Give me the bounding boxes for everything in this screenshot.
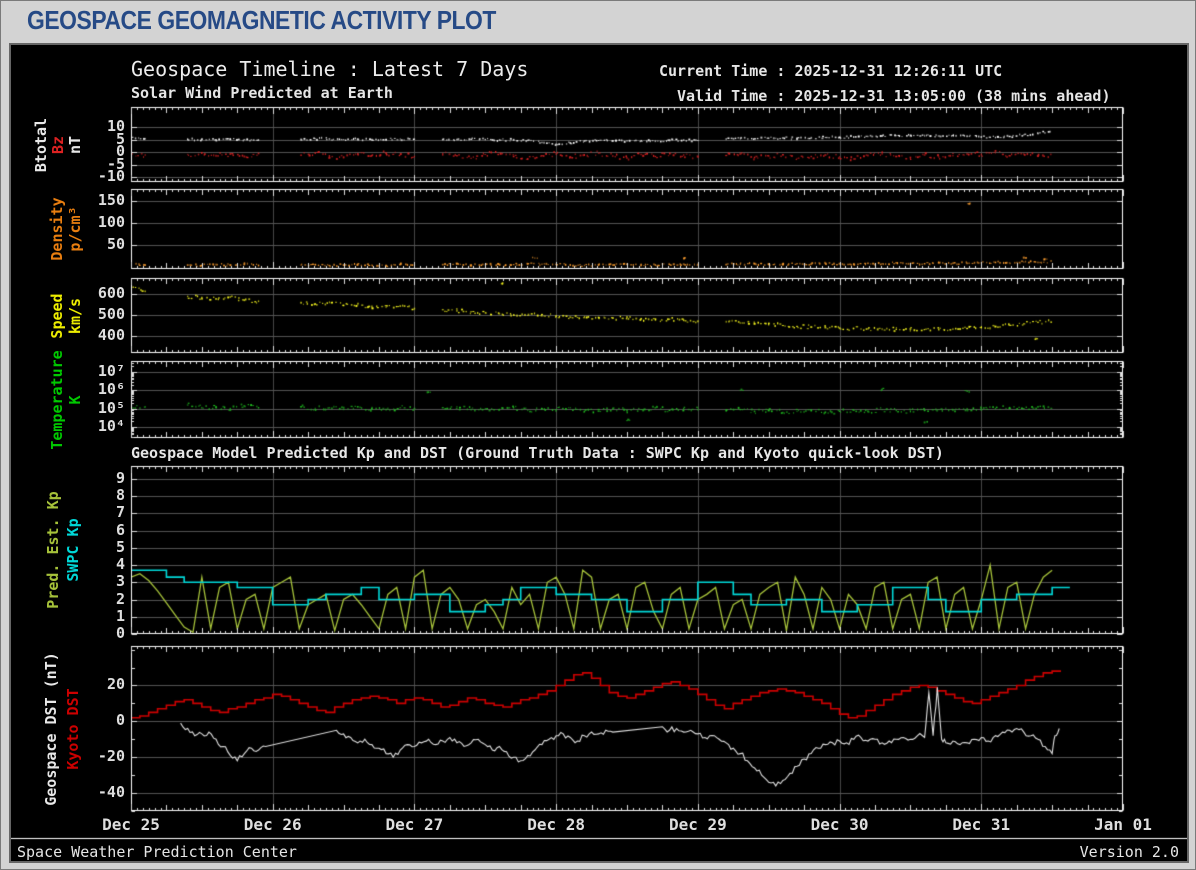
ytick-label-dst: -40 (81, 783, 125, 801)
valid-time: Valid Time : 2025-12-31 13:05:00 (38 min… (677, 87, 1110, 105)
plot-subtitle: Solar Wind Predicted at Earth (131, 84, 393, 102)
ytick-label-speed: 600 (81, 284, 125, 302)
ytick-label-speed: 400 (81, 326, 125, 344)
ytick-label-dst: -20 (81, 747, 125, 765)
axis-label-speed-0: Speed (48, 293, 66, 338)
ytick-label-kp: 3 (81, 572, 125, 590)
current-time: Current Time : 2025-12-31 12:26:11 UTC (659, 62, 1002, 80)
xtick-label: Dec 31 (941, 815, 1021, 834)
ytick-label-imf: -10 (81, 167, 125, 185)
axis-label-speed-1: km/s (66, 297, 84, 333)
axis-label-dst-1: Kyoto DST (64, 688, 82, 769)
xtick-label: Dec 27 (374, 815, 454, 834)
xtick-label: Dec 28 (516, 815, 596, 834)
ytick-label-kp: 7 (81, 503, 125, 521)
ytick-label-dst: 0 (81, 711, 125, 729)
axis-label-temp-0: Temperature (48, 350, 66, 449)
axis-label-imf-1: Bz (49, 135, 67, 153)
page: GEOSPACE GEOMAGNETIC ACTIVITY PLOT Geosp… (0, 0, 1196, 870)
footer-right: Version 2.0 (1080, 843, 1179, 861)
ytick-label-temp: 10⁷ (81, 362, 125, 380)
ytick-label-kp: 0 (81, 624, 125, 642)
ytick-label-kp: 2 (81, 590, 125, 608)
page-title: GEOSPACE GEOMAGNETIC ACTIVITY PLOT (27, 5, 496, 36)
footer-left: Space Weather Prediction Center (17, 843, 297, 861)
ytick-label-speed: 500 (81, 305, 125, 323)
axis-label-density-1: p/cm³ (66, 206, 84, 251)
axis-label-imf-0: Btotal (32, 117, 50, 171)
mid-title: Geospace Model Predicted Kp and DST (Gro… (131, 444, 944, 462)
ytick-label-kp: 4 (81, 555, 125, 573)
ytick-label-kp: 8 (81, 486, 125, 504)
ytick-label-kp: 6 (81, 521, 125, 539)
xtick-label: Dec 26 (233, 815, 313, 834)
xtick-label: Dec 30 (800, 815, 880, 834)
ytick-label-temp: 10⁶ (81, 380, 125, 398)
axis-label-kp-0: Pred. Est. Kp (44, 491, 62, 608)
ytick-label-dst: 20 (81, 675, 125, 693)
plot-title: Geospace Timeline : Latest 7 Days (131, 57, 528, 81)
axis-label-temp-1: K (66, 395, 84, 404)
ytick-label-temp: 10⁵ (81, 399, 125, 417)
ytick-label-density: 150 (81, 191, 125, 209)
axis-label-dst-0: Geospace DST (nT) (42, 652, 60, 806)
xtick-label: Dec 25 (91, 815, 171, 834)
ytick-label-temp: 10⁴ (81, 417, 125, 435)
ytick-label-kp: 1 (81, 607, 125, 625)
xtick-label: Jan 01 (1083, 815, 1163, 834)
ytick-label-kp: 9 (81, 469, 125, 487)
axis-label-imf-2: nT (66, 135, 84, 153)
xtick-label: Dec 29 (658, 815, 738, 834)
ytick-label-density: 50 (81, 235, 125, 253)
axis-label-density-0: Density (48, 197, 66, 260)
ytick-label-kp: 5 (81, 538, 125, 556)
axis-label-kp-1: SWPC Kp (64, 518, 82, 581)
ytick-label-density: 100 (81, 213, 125, 231)
plot-image: Geospace Timeline : Latest 7 Days Curren… (9, 43, 1189, 863)
